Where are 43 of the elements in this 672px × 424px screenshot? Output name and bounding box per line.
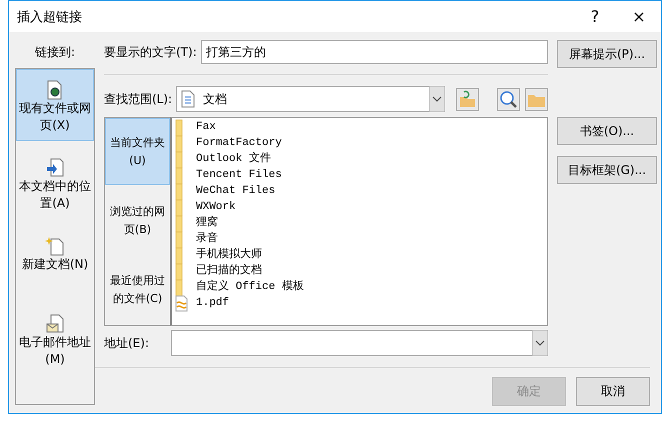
address-field[interactable] [171, 330, 548, 356]
source-tab[interactable]: 当前文件夹(U) [105, 118, 170, 185]
link-type-item[interactable]: 本文档中的位置(A) [16, 147, 94, 219]
link-to-label: 链接到: [34, 44, 76, 61]
file-item[interactable]: 手机模拟大师 [196, 248, 262, 262]
file-item[interactable]: 狸窝 [196, 216, 218, 230]
close-button[interactable]: × [617, 2, 661, 32]
screen-tip-button[interactable]: 屏幕提示(P)... [557, 40, 657, 68]
file-item[interactable]: Fax [196, 120, 216, 134]
file-item[interactable]: FormatFactory [196, 136, 282, 150]
file-item[interactable]: 1.pdf [196, 296, 230, 310]
address-label: 地址(E): [104, 334, 149, 352]
target-frame-button[interactable]: 目标框架(G)... [557, 156, 657, 184]
web-search-icon[interactable] [497, 88, 520, 110]
look-in-label: 查找范围(L): [104, 90, 172, 108]
document-envelope-icon [45, 314, 65, 334]
source-tab[interactable]: 最近使用过的文件(C) [105, 256, 170, 323]
file-item[interactable]: WXWork [196, 200, 236, 214]
document-icon [181, 90, 196, 108]
window-title: 插入超链接 [17, 8, 82, 26]
file-item[interactable]: 录音 [196, 232, 218, 246]
dropdown-arrow-icon [429, 86, 445, 112]
source-tab[interactable]: 浏览过的网页(B) [105, 187, 170, 254]
display-text-field[interactable]: 打第三方的 [200, 40, 548, 64]
folder-icon[interactable] [525, 88, 548, 110]
pdf-file-icon [175, 294, 188, 312]
file-item[interactable]: 自定义 Office 模板 [196, 280, 304, 294]
link-type-item[interactable]: 现有文件或网页(X) [16, 69, 94, 141]
file-item[interactable]: 已扫描的文档 [196, 264, 262, 278]
display-text-label: 要显示的文字(T): [104, 44, 197, 60]
look-in-dropdown[interactable]: 文档 [176, 86, 445, 112]
link-type-item[interactable]: 电子邮件地址(M) [16, 303, 94, 375]
bookmark-button[interactable]: 书签(O)... [557, 117, 657, 145]
link-type-item[interactable]: 新建文档(N) [16, 225, 94, 297]
cancel-button[interactable]: 取消 [576, 377, 650, 406]
dropdown-arrow-icon [532, 330, 548, 356]
folder-up-icon[interactable] [456, 88, 479, 110]
file-item[interactable]: Outlook 文件 [196, 152, 271, 166]
new-document-icon [45, 236, 65, 256]
file-item[interactable]: Tencent Files [196, 168, 282, 182]
help-button[interactable]: ? [573, 2, 617, 32]
document-arrow-icon [45, 158, 65, 178]
file-item[interactable]: WeChat Files [196, 184, 276, 198]
